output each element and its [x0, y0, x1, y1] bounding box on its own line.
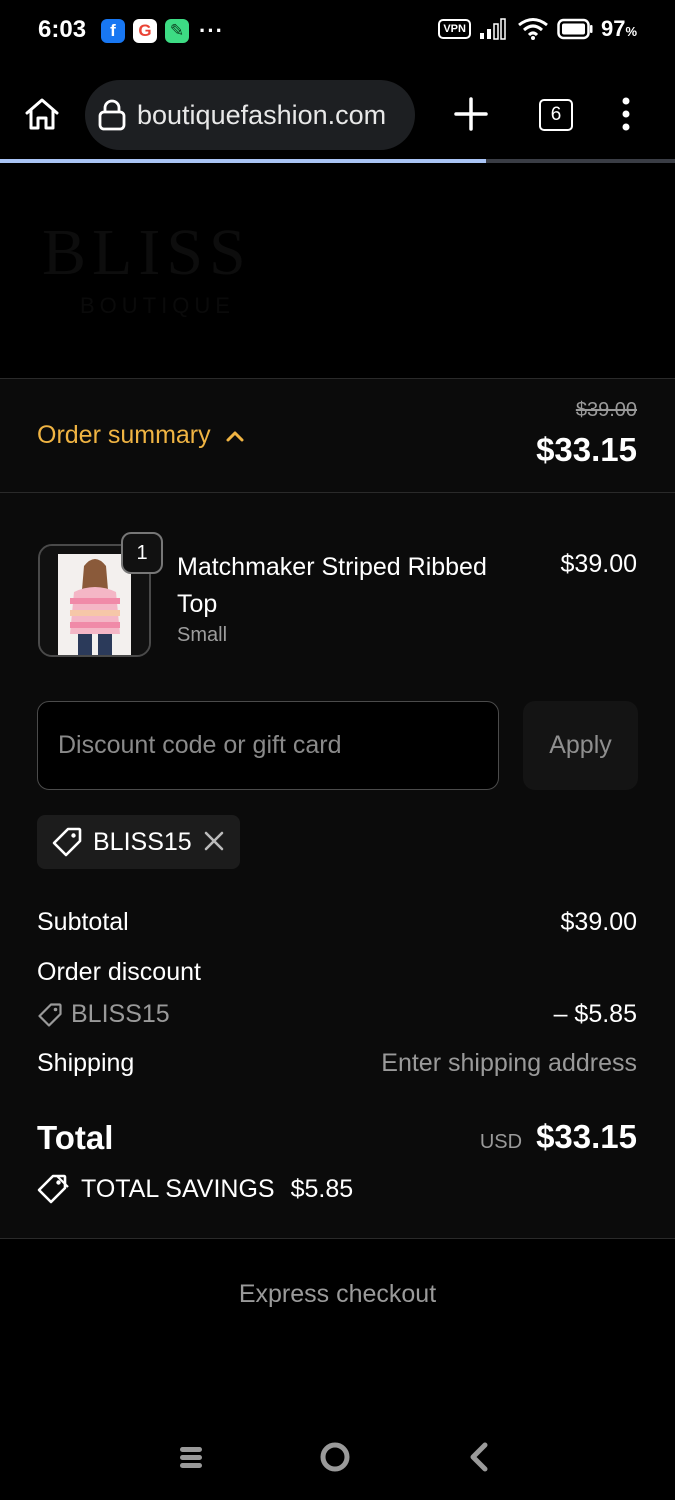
order-summary-toggle[interactable]: Order summary	[37, 421, 245, 450]
order-summary-label: Order summary	[37, 421, 211, 449]
discount-value: – $5.85	[553, 1000, 637, 1028]
battery-icon	[557, 18, 593, 40]
store-logo[interactable]: BLISS	[42, 215, 252, 291]
browser-toolbar: boutiquefashion.com 6	[0, 72, 675, 158]
overflow-menu-icon[interactable]	[612, 95, 640, 133]
new-tab-icon[interactable]	[452, 95, 490, 133]
product-name: Matchmaker Striped Ribbed Top	[177, 553, 487, 618]
currency-code: USD	[479, 1131, 523, 1153]
system-icons: VPN 97%	[438, 16, 637, 42]
tag-icon	[38, 1002, 62, 1027]
google-icon: G	[133, 19, 157, 43]
quantity-badge: 1	[121, 532, 163, 574]
tag-icon	[52, 827, 82, 857]
discount-code-label: BLISS15	[71, 1000, 170, 1028]
express-checkout-heading: Express checkout	[238, 1280, 437, 1308]
facebook-icon: f	[101, 19, 125, 43]
subtotal-value: $39.00	[560, 908, 637, 936]
total-amount: USD $33.15	[480, 1118, 637, 1156]
recents-icon[interactable]	[178, 1444, 204, 1470]
vpn-icon: VPN	[438, 19, 471, 39]
product-price: $39.00	[560, 550, 637, 578]
shipping-value: Enter shipping address	[381, 1049, 637, 1077]
tool-app-icon: ✎	[165, 19, 189, 43]
home-icon[interactable]	[22, 94, 62, 134]
total-savings: TOTAL SAVINGS $5.85	[37, 1173, 353, 1205]
discount-field[interactable]	[37, 701, 499, 790]
chevron-up-icon	[226, 431, 244, 441]
address-bar[interactable]: boutiquefashion.com	[85, 80, 415, 150]
total-value: $33.15	[536, 1118, 637, 1155]
applied-code-text: BLISS15	[93, 827, 192, 856]
lock-icon[interactable]	[97, 99, 127, 131]
more-notifications-icon: ···	[199, 18, 224, 43]
notification-icons: f G ✎ ···	[101, 18, 224, 44]
system-nav-bar	[0, 1420, 675, 1500]
discount-code-line: BLISS15	[37, 1000, 170, 1029]
nav-home-icon[interactable]	[319, 1441, 351, 1473]
order-summary-body: 1 Matchmaker Striped Ribbed Top Small $3…	[0, 493, 675, 1239]
subtotal-label: Subtotal	[37, 908, 129, 936]
remove-code-icon[interactable]	[202, 829, 226, 853]
shipping-label: Shipping	[37, 1049, 135, 1077]
store-header: BLISS BOUTIQUE	[0, 163, 675, 378]
status-time: 6:03	[38, 16, 87, 43]
status-bar: 6:03 f G ✎ ··· VPN 97%	[0, 0, 675, 62]
savings-tag-icon	[37, 1174, 69, 1204]
signal-icon	[479, 18, 506, 40]
total-label: Total	[37, 1119, 114, 1156]
tab-switcher-button[interactable]: 6	[539, 99, 573, 131]
discount-code-input[interactable]	[58, 702, 478, 788]
savings-label: TOTAL SAVINGS	[81, 1174, 275, 1203]
wifi-icon	[518, 18, 548, 40]
original-price: $39.00	[575, 399, 637, 421]
store-logo-subtitle: BOUTIQUE	[80, 293, 235, 318]
savings-value: $5.85	[290, 1174, 354, 1203]
url-text[interactable]: boutiquefashion.com	[137, 100, 407, 131]
applied-code-chip: BLISS15	[37, 815, 240, 869]
order-discount-label: Order discount	[37, 958, 201, 986]
order-summary-header[interactable]: Order summary $39.00 $33.15	[0, 378, 675, 493]
apply-discount-button[interactable]: Apply	[523, 701, 638, 790]
battery-level: 97%	[600, 16, 637, 41]
product-variant: Small	[177, 624, 228, 646]
summary-total-price: $33.15	[536, 431, 637, 468]
nav-back-icon[interactable]	[466, 1441, 492, 1473]
